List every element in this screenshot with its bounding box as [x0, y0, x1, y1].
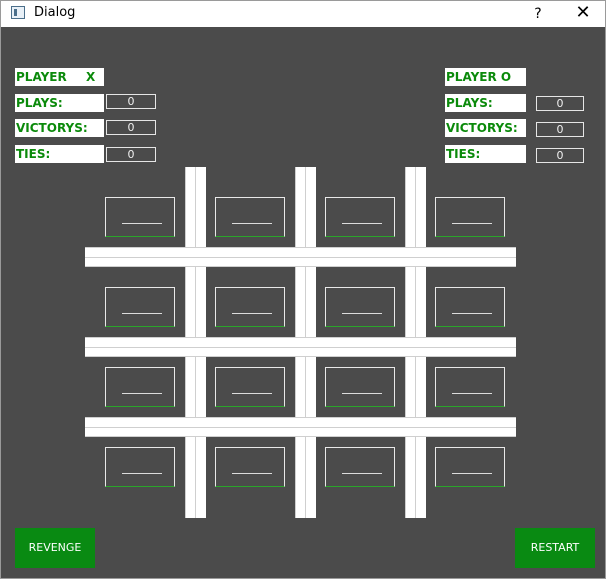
player-x-plays-value: 0: [106, 94, 156, 109]
player-x-ties-value: 0: [106, 147, 156, 162]
board-cell-r3c4[interactable]: [435, 367, 505, 407]
player-x-ties-label: TIES:: [15, 145, 104, 163]
board-cell-r4c1[interactable]: [105, 447, 175, 487]
board-cell-r4c4[interactable]: [435, 447, 505, 487]
cell-underline: [342, 473, 382, 474]
board-cell-r1c3[interactable]: [325, 197, 395, 237]
player-o-ties-label: TIES:: [445, 145, 526, 163]
dialog-window: Dialog ? ✕ PLAYER X PLAYS: 0 VICTORYS: 0…: [0, 0, 606, 579]
player-x-victorys-value: 0: [106, 120, 156, 135]
cell-underline: [452, 393, 492, 394]
board-cell-r3c3[interactable]: [325, 367, 395, 407]
board-cell-r2c2[interactable]: [215, 287, 285, 327]
board-cell-r2c1[interactable]: [105, 287, 175, 327]
player-o-plays-value: 0: [536, 96, 584, 111]
cell-underline: [232, 393, 272, 394]
board-cell-r3c2[interactable]: [215, 367, 285, 407]
cell-underline: [452, 313, 492, 314]
cell-underline: [232, 313, 272, 314]
player-x-mark: X: [86, 70, 96, 84]
cell-underline: [342, 223, 382, 224]
app-icon: [11, 6, 25, 19]
player-x-plays-label: PLAYS:: [15, 94, 104, 112]
player-o-victorys-value: 0: [536, 122, 584, 137]
grid-horizontal-line: [85, 427, 516, 428]
cell-underline: [452, 473, 492, 474]
player-o-plays-label: PLAYS:: [445, 94, 526, 112]
cell-underline: [232, 223, 272, 224]
player-o-label: PLAYER O: [445, 68, 526, 86]
player-o-victorys-label: VICTORYS:: [445, 119, 526, 137]
cell-underline: [122, 313, 162, 314]
board-cell-r4c2[interactable]: [215, 447, 285, 487]
cell-underline: [232, 473, 272, 474]
board-cell-r2c3[interactable]: [325, 287, 395, 327]
cell-underline: [342, 313, 382, 314]
cell-underline: [122, 393, 162, 394]
grid-horizontal-line: [85, 257, 516, 258]
player-x-victorys-label: VICTORYS:: [15, 119, 104, 137]
player-x-label-text: PLAYER: [16, 70, 67, 84]
restart-button[interactable]: RESTART: [515, 528, 595, 568]
board-cell-r1c1[interactable]: [105, 197, 175, 237]
help-button[interactable]: ?: [527, 3, 549, 25]
close-button[interactable]: ✕: [568, 2, 598, 24]
cell-underline: [122, 223, 162, 224]
grid-horizontal-line: [85, 347, 516, 348]
window-title: Dialog: [34, 5, 76, 20]
cell-underline: [452, 223, 492, 224]
player-o-ties-value: 0: [536, 148, 584, 163]
revenge-button[interactable]: REVENGE: [15, 528, 95, 568]
cell-underline: [122, 473, 162, 474]
title-bar: Dialog ? ✕: [1, 1, 605, 27]
cell-underline: [342, 393, 382, 394]
board-cell-r1c4[interactable]: [435, 197, 505, 237]
board-cell-r2c4[interactable]: [435, 287, 505, 327]
player-x-label: PLAYER X: [15, 68, 104, 86]
board-cell-r4c3[interactable]: [325, 447, 395, 487]
board-cell-r1c2[interactable]: [215, 197, 285, 237]
board-cell-r3c1[interactable]: [105, 367, 175, 407]
